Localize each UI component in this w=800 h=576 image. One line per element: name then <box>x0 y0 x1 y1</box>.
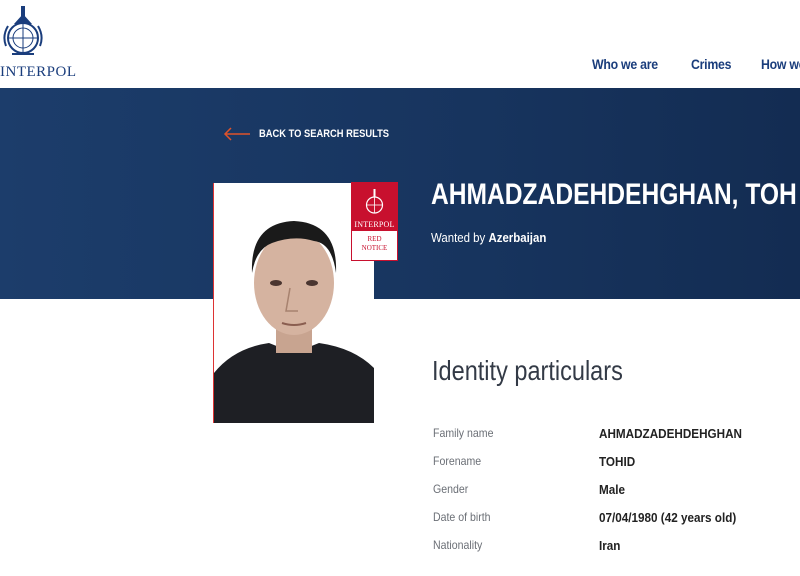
identity-section-title: Identity particulars <box>432 355 623 386</box>
row-label: Gender <box>433 482 469 496</box>
identity-row: Gender Male <box>433 482 793 502</box>
arrow-left-icon <box>223 127 250 141</box>
nav-how-we-work[interactable]: How we wor <box>761 56 800 72</box>
row-value: Iran <box>599 538 621 553</box>
badge-line-notice: NOTICE <box>361 244 388 252</box>
wanted-country: Azerbaijan <box>488 230 547 245</box>
back-to-search-link[interactable]: BACK TO SEARCH RESULTS <box>223 127 412 141</box>
row-value: Male <box>599 482 626 497</box>
person-photo-icon <box>214 183 374 423</box>
row-value: TOHID <box>599 454 636 469</box>
row-label: Forename <box>433 454 482 468</box>
interpol-emblem-icon <box>365 189 384 214</box>
nav-who-we-are[interactable]: Who we are <box>592 56 658 72</box>
main-nav: Who we are Crimes How we wor <box>592 56 800 74</box>
wanted-by: Wanted by Azerbaijan <box>431 230 546 245</box>
badge-notice-type: RED NOTICE <box>352 235 397 253</box>
suspect-photo <box>213 183 374 423</box>
badge-line-red: RED <box>367 235 382 243</box>
identity-row: Family name AHMADZADEHDEHGHAN <box>433 426 793 446</box>
row-value: 07/04/1980 (42 years old) <box>599 510 737 525</box>
wanted-prefix: Wanted by <box>431 230 486 245</box>
back-link-label: BACK TO SEARCH RESULTS <box>259 128 390 140</box>
person-name-heading: AHMADZADEHDEHGHAN, TOH <box>431 178 797 211</box>
identity-row: Date of birth 07/04/1980 (42 years old) <box>433 510 793 530</box>
badge-brand: INTERPOL <box>354 220 395 229</box>
identity-row: Nationality Iran <box>433 538 793 558</box>
row-label: Family name <box>433 426 494 440</box>
interpol-logo[interactable]: INTERPOL <box>0 6 76 80</box>
red-notice-badge: INTERPOL RED NOTICE <box>351 182 398 261</box>
top-bar: INTERPOL Who we are Crimes How we wor <box>0 0 800 88</box>
brand-name: INTERPOL <box>0 64 77 80</box>
row-label: Nationality <box>433 538 483 552</box>
nav-crimes[interactable]: Crimes <box>691 56 731 72</box>
interpol-emblem-icon <box>3 6 43 55</box>
identity-row: Forename TOHID <box>433 454 793 474</box>
row-label: Date of birth <box>433 510 491 524</box>
row-value: AHMADZADEHDEHGHAN <box>599 426 743 441</box>
